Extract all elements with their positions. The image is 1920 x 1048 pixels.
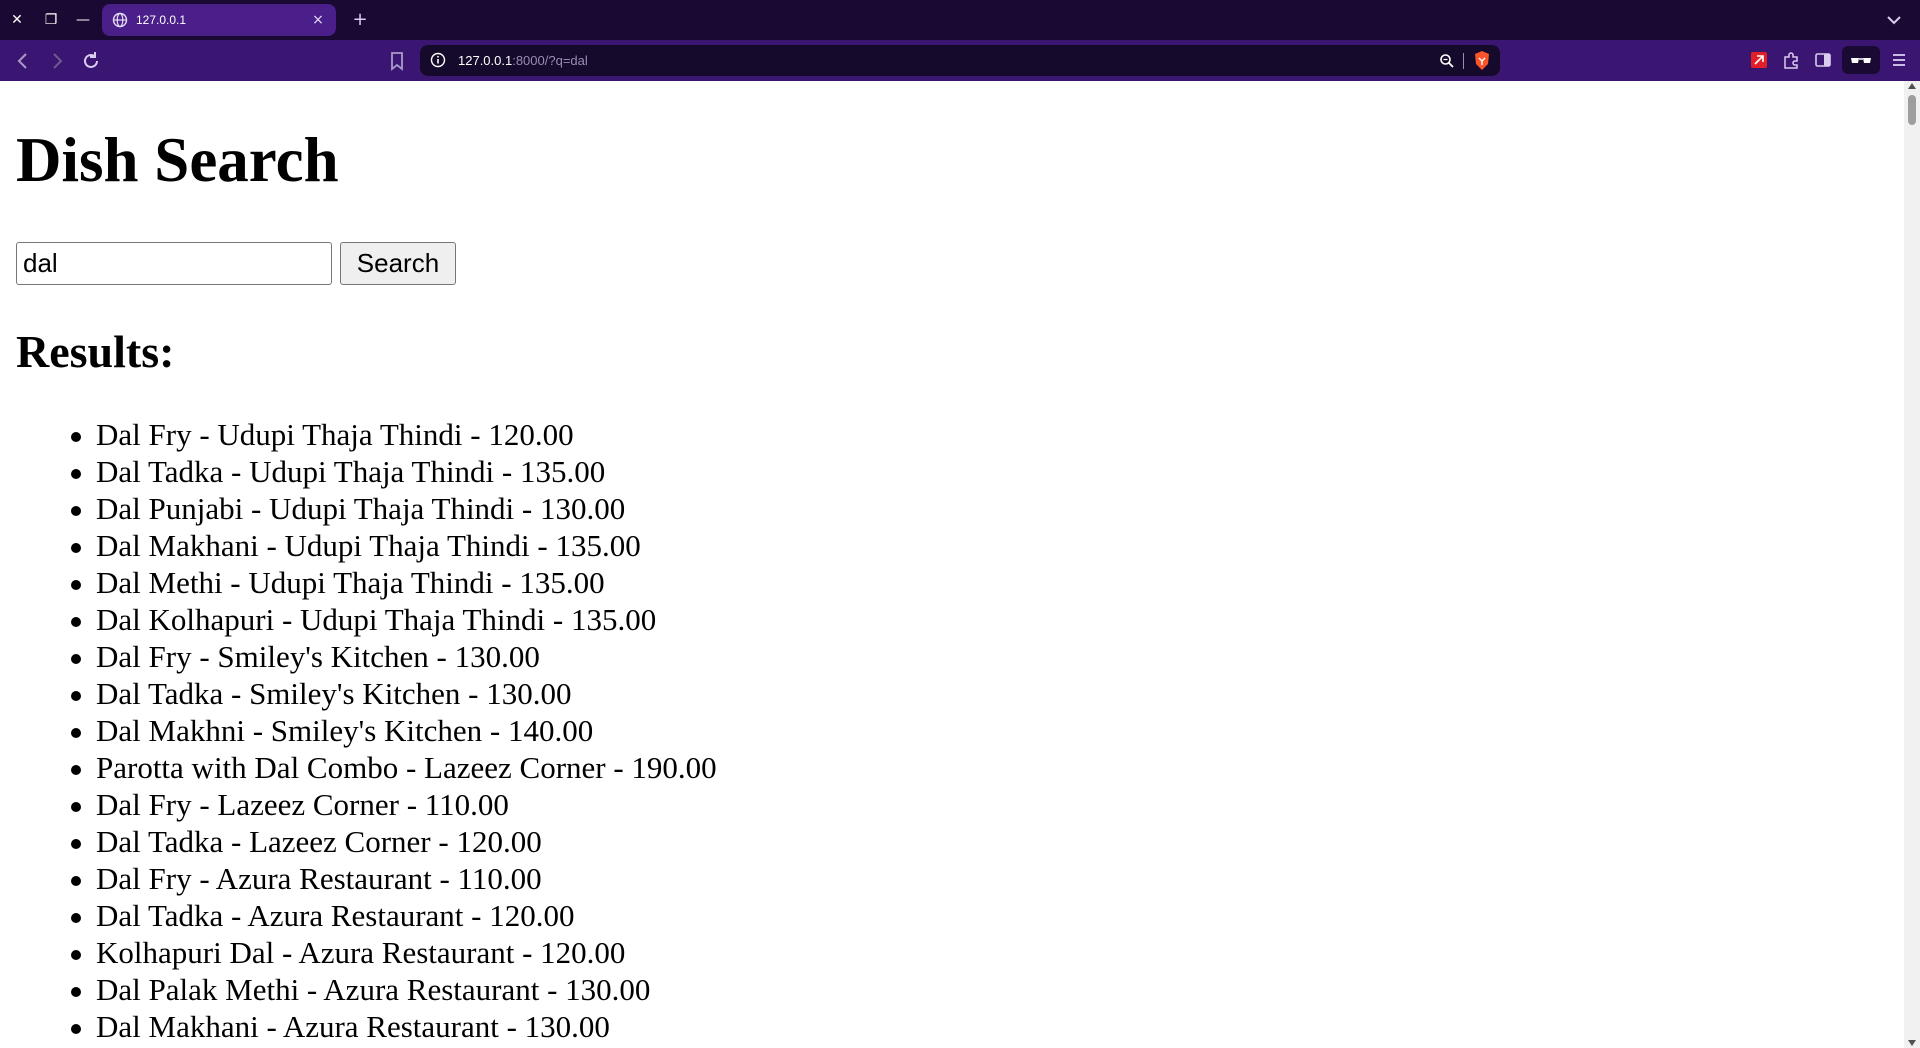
- result-item: Dal Fry - Azura Restaurant - 110.00: [71, 860, 717, 897]
- result-item: Dal Makhani - Azura Restaurant - 130.00: [71, 1008, 717, 1045]
- result-item: Dal Fry - Smiley's Kitchen - 130.00: [71, 638, 717, 675]
- tab-title: 127.0.0.1: [136, 13, 187, 27]
- glasses-icon: [1851, 58, 1871, 63]
- browser-tab[interactable]: 127.0.0.1 ×: [102, 4, 336, 36]
- results-list: Dal Fry - Udupi Thaja Thindi - 120.00 Da…: [71, 416, 717, 1045]
- search-button[interactable]: Search: [340, 242, 456, 285]
- result-item: Dal Fry - Lazeez Corner - 110.00: [71, 786, 717, 823]
- result-item: Dal Tadka - Azura Restaurant - 120.00: [71, 897, 717, 934]
- browser-tab-bar: ✕ ❐ — 127.0.0.1 × +: [0, 0, 1920, 40]
- vertical-scrollbar[interactable]: [1904, 81, 1920, 1048]
- tab-close-icon[interactable]: ×: [308, 10, 328, 30]
- result-item: Dal Tadka - Lazeez Corner - 120.00: [71, 823, 717, 860]
- window-minimize-button[interactable]: —: [74, 8, 92, 32]
- scroll-down-arrow-icon[interactable]: [1908, 1040, 1916, 1046]
- new-tab-button[interactable]: +: [348, 8, 372, 32]
- page-title: Dish Search: [16, 125, 339, 195]
- results-heading: Results:: [16, 326, 175, 377]
- result-item: Parotta with Dal Combo - Lazeez Corner -…: [71, 750, 717, 785]
- address-bar[interactable]: 127.0.0.1:8000/?q=dal: [420, 45, 1500, 76]
- page-viewport: Dish Search Search Results: Dal Fry - Ud…: [0, 81, 1904, 1048]
- private-profile-button[interactable]: [1842, 46, 1880, 74]
- result-item: Dal Makhni - Smiley's Kitchen - 140.00: [71, 712, 717, 749]
- url-text[interactable]: 127.0.0.1:8000/?q=dal: [458, 45, 588, 76]
- scrollbar-thumb[interactable]: [1908, 95, 1916, 125]
- url-separator: [1463, 53, 1464, 69]
- window-restore-button[interactable]: ❐: [42, 8, 60, 32]
- result-item: Kolhapuri Dal - Azura Restaurant - 120.0…: [71, 934, 717, 971]
- forward-icon[interactable]: [44, 48, 70, 74]
- zoom-icon[interactable]: [1438, 52, 1456, 70]
- sidebar-icon[interactable]: [1812, 49, 1834, 71]
- site-info-icon[interactable]: [430, 52, 446, 68]
- bookmark-icon[interactable]: [386, 49, 408, 73]
- back-icon[interactable]: [10, 48, 36, 74]
- scroll-up-arrow-icon[interactable]: [1908, 83, 1916, 89]
- result-item: Dal Kolhapuri - Udupi Thaja Thindi - 135…: [71, 601, 717, 638]
- url-host: 127.0.0.1: [458, 53, 513, 68]
- url-path: :8000/?q=dal: [512, 53, 588, 68]
- reload-icon[interactable]: [78, 48, 104, 74]
- result-item: Dal Makhani - Udupi Thaja Thindi - 135.0…: [71, 527, 717, 564]
- result-item: Dal Punjabi - Udupi Thaja Thindi - 130.0…: [71, 490, 717, 527]
- extension-icon[interactable]: [1748, 49, 1770, 71]
- result-item: Dal Tadka - Smiley's Kitchen - 130.00: [71, 675, 717, 712]
- globe-icon: [112, 12, 128, 28]
- browser-toolbar: 127.0.0.1:8000/?q=dal: [0, 40, 1920, 81]
- search-input[interactable]: [16, 242, 332, 285]
- extensions-puzzle-icon[interactable]: [1780, 49, 1802, 71]
- brave-shields-icon[interactable]: [1472, 50, 1492, 72]
- chevron-down-icon[interactable]: [1882, 8, 1906, 32]
- window-close-button[interactable]: ✕: [8, 8, 26, 32]
- result-item: Dal Tadka - Udupi Thaja Thindi - 135.00: [71, 453, 717, 490]
- result-item: Dal Methi - Udupi Thaja Thindi - 135.00: [71, 564, 717, 601]
- hamburger-menu-icon[interactable]: [1888, 49, 1910, 71]
- result-item: Dal Palak Methi - Azura Restaurant - 130…: [71, 971, 717, 1008]
- result-item: Dal Fry - Udupi Thaja Thindi - 120.00: [71, 416, 717, 453]
